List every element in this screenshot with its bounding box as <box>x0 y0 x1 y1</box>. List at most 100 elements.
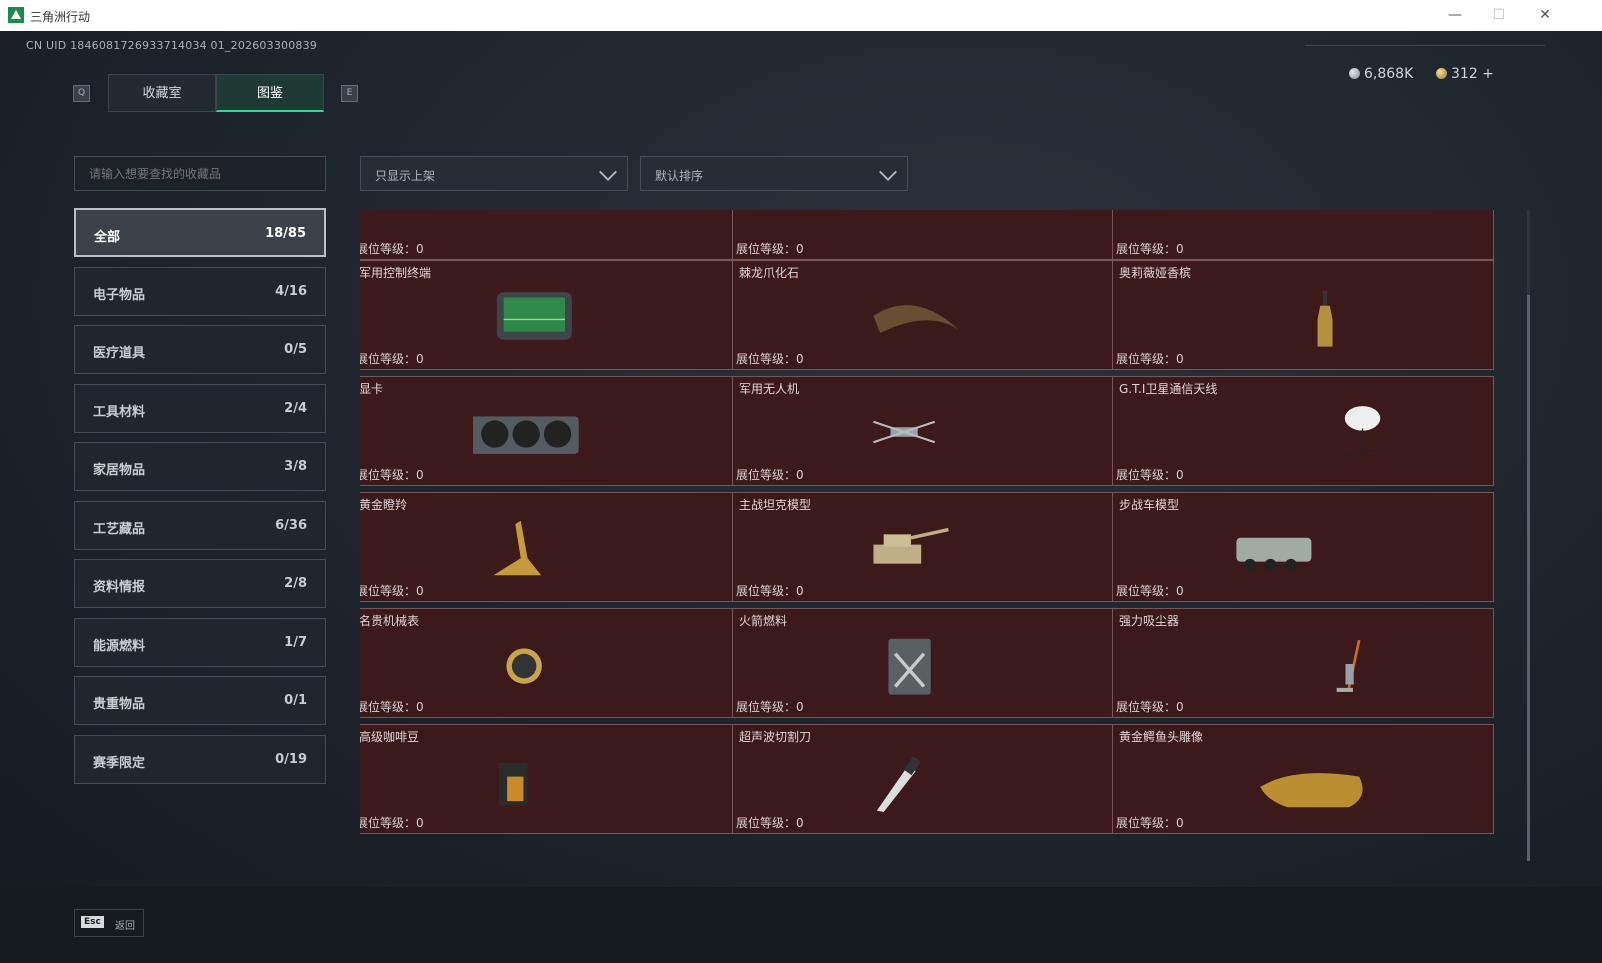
display-filter-value: 只显示上架 <box>375 169 436 183</box>
next-tab-key-hint[interactable]: E <box>341 85 358 102</box>
booth-level: 展位等级：0 <box>1116 814 1184 831</box>
collection-item-card[interactable]: 主战坦克模型 展位等级：0 <box>732 492 1114 602</box>
category-label: 医疗道具 <box>93 346 146 361</box>
booth-level-value: 0 <box>1176 700 1184 714</box>
category-label: 家居物品 <box>93 463 146 478</box>
prev-tab-key-hint[interactable]: Q <box>73 85 90 102</box>
booth-level-label: 展位等级： <box>1116 816 1177 830</box>
gold-currency[interactable]: 312 + <box>1436 66 1494 82</box>
booth-level: 展位等级：0 <box>360 350 424 367</box>
category-count: 3/8 <box>284 459 307 474</box>
knife-icon <box>853 210 1003 251</box>
category-item[interactable]: 赛季限定 0/19 <box>74 734 326 784</box>
booth-level-value: 0 <box>1176 584 1184 598</box>
item-name: 高级咖啡豆 <box>360 730 420 744</box>
item-name: 黄金瞪羚 <box>360 498 408 512</box>
category-item[interactable]: 电子物品 4/16 <box>74 266 326 316</box>
booth-level-value: 0 <box>796 352 804 366</box>
tank-model-icon <box>873 527 949 564</box>
item-name: 超声波切割刀 <box>739 730 812 744</box>
category-label: 资料情报 <box>93 580 146 595</box>
category-item[interactable]: 资料情报 2/8 <box>74 559 326 608</box>
scrollbar-thumb[interactable] <box>1527 295 1530 861</box>
category-label: 全部 <box>94 230 121 245</box>
tab-catalog[interactable]: 图鉴 <box>216 74 324 112</box>
satellite-dish-icon <box>1344 406 1381 457</box>
booth-level-label: 展位等级： <box>1116 700 1177 714</box>
collection-item-card[interactable]: 棘龙爪化石 展位等级：0 <box>732 260 1114 370</box>
booth-level: 展位等级：0 <box>1116 350 1184 367</box>
item-name: 步战车模型 <box>1119 498 1180 512</box>
collection-search-input[interactable] <box>74 156 326 191</box>
booth-level-value: 0 <box>796 816 804 830</box>
item-name: 强力吸尘器 <box>1119 614 1180 628</box>
grid-scrollbar[interactable] <box>1527 210 1530 861</box>
item-name: 奥莉薇娅香槟 <box>1119 266 1192 280</box>
booth-level-label: 展位等级： <box>736 242 797 256</box>
display-filter-dropdown[interactable]: 只显示上架 <box>360 156 628 191</box>
collection-item-card[interactable]: 高级咖啡豆展位等级：0 <box>360 724 734 834</box>
booth-level: 展位等级：0 <box>1116 466 1184 483</box>
category-item[interactable]: 医疗道具 0/5 <box>74 325 326 374</box>
category-count: 0/5 <box>284 342 307 357</box>
item-name: G.T.I卫星通信天线 <box>1119 382 1218 396</box>
maximize-button[interactable]: ☐ <box>1482 4 1516 26</box>
category-item[interactable]: 贵重物品 0/1 <box>74 676 326 725</box>
vacuum-icon <box>1336 639 1361 692</box>
category-count: 2/8 <box>284 576 307 591</box>
item-name: 棘龙爪化石 <box>739 266 800 280</box>
minimize-button[interactable]: — <box>1438 4 1472 26</box>
collection-item-card[interactable]: 火箭燃料 展位等级：0 <box>732 608 1114 718</box>
collection-item-card[interactable]: 奥莉薇娅香槟 展位等级：0 <box>1112 260 1494 370</box>
booth-level: 展位等级：0 <box>360 466 424 483</box>
collection-item-card[interactable]: 强力吸尘器展位等级：0 <box>1112 608 1494 718</box>
category-item[interactable]: 全部 18/85 <box>74 208 326 257</box>
close-button[interactable]: ✕ <box>1528 4 1562 26</box>
booth-level-label: 展位等级： <box>360 242 417 256</box>
booth-level-label: 展位等级： <box>736 468 797 482</box>
booth-level-value: 0 <box>416 352 424 366</box>
booth-level-value: 0 <box>796 700 804 714</box>
back-button[interactable]: Esc 返回 <box>74 909 144 937</box>
tab-collection-room[interactable]: 收藏室 <box>108 74 216 112</box>
category-item[interactable]: 工艺藏品 6/36 <box>74 500 326 550</box>
booth-level: 展位等级：0 <box>360 240 424 257</box>
collection-grid: 展位等级：0 展位等级：0 展位等级：0 军用控制终端 展位等级：0 棘龙爪化石 展位等级：… <box>360 210 1522 861</box>
category-count: 1/7 <box>284 634 307 650</box>
booth-level-value: 0 <box>416 468 424 482</box>
category-item[interactable]: 能源燃料 1/7 <box>74 617 326 667</box>
category-item[interactable]: 家居物品 3/8 <box>74 442 326 491</box>
item-name: 火箭燃料 <box>739 614 788 628</box>
collection-item-card[interactable]: 黄金瞪羚 展位等级：0 <box>360 492 734 602</box>
category-item[interactable]: 工具材料 2/4 <box>74 383 326 433</box>
coffee-bag-icon <box>498 762 528 806</box>
gold-crocodile-icon <box>1260 773 1363 808</box>
collection-item-card[interactable]: 军用控制终端 展位等级：0 <box>360 260 734 370</box>
collection-item-card[interactable]: G.T.I卫星通信天线 展位等级：0 <box>1112 376 1494 486</box>
window-titlebar: 三角洲行动 — ☐ ✕ <box>0 0 1602 31</box>
booth-level-label: 展位等级： <box>736 816 797 830</box>
collection-item-card[interactable]: 名贵机械表 展位等级：0 <box>360 608 734 718</box>
booth-level: 展位等级：0 <box>1116 582 1184 599</box>
collection-item-card[interactable]: 显卡 展位等级：0 <box>360 376 734 486</box>
collection-item-card[interactable]: 展位等级：0 <box>360 210 734 260</box>
category-label: 贵重物品 <box>93 697 146 712</box>
booth-level-label: 展位等级： <box>360 816 417 830</box>
collection-item-card[interactable]: 军用无人机 展位等级：0 <box>732 376 1114 486</box>
booth-level: 展位等级：0 <box>736 466 804 483</box>
collection-item-card[interactable]: 步战车模型展位等级：0 <box>1112 492 1494 602</box>
booth-level: 展位等级：0 <box>360 814 424 831</box>
collection-item-card[interactable]: 黄金鳄鱼头雕像 展位等级：0 <box>1112 724 1494 834</box>
booth-level-value: 0 <box>416 584 424 598</box>
booth-level: 展位等级：0 <box>736 814 804 831</box>
collection-item-card[interactable]: 展位等级：0 <box>732 210 1114 260</box>
collection-item-card[interactable]: 超声波切割刀 展位等级：0 <box>732 724 1114 834</box>
booth-level-label: 展位等级： <box>1116 352 1177 366</box>
esc-key-icon: Esc <box>81 916 104 928</box>
tab-bar: 收藏室 图鉴 <box>108 74 324 112</box>
sort-dropdown[interactable]: 默认排序 <box>640 156 908 191</box>
booth-level-value: 0 <box>796 242 804 256</box>
category-count: 6/36 <box>275 517 307 533</box>
category-label: 工艺藏品 <box>93 521 146 537</box>
collection-item-card[interactable]: 展位等级：0 <box>1112 210 1494 260</box>
